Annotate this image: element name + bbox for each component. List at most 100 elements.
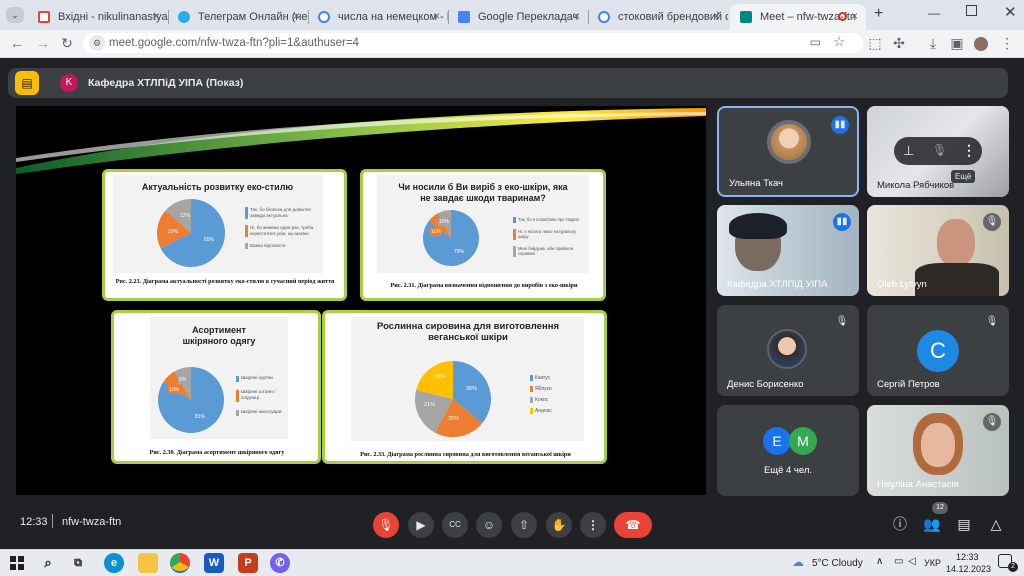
pin-icon[interactable]: ⊥ xyxy=(903,143,914,159)
mic-off-button[interactable]: 🎙 xyxy=(373,512,399,538)
chevron-up-icon[interactable]: ∧ xyxy=(876,556,883,567)
puzzle-icon[interactable]: ✣ xyxy=(890,35,908,52)
tab-meet[interactable]: Meet – nfw-twza-ftn × xyxy=(730,4,866,30)
camera-icon[interactable]: ▭ xyxy=(810,35,821,49)
sidepanel-icon[interactable]: ▣ xyxy=(948,35,966,52)
slice-label: 21% xyxy=(423,401,437,409)
tooltip: Ещё xyxy=(951,170,976,183)
tab-google-translate[interactable]: Google Перекладач × xyxy=(448,4,588,30)
pie-chart xyxy=(157,199,226,267)
participant-tile-oleh[interactable]: 🎙 Oleh Lytvyn xyxy=(867,205,1009,296)
tab-stock[interactable]: стоковий брендовий од × xyxy=(588,4,728,30)
slice-label: 28% xyxy=(433,373,447,381)
tab-google-search[interactable]: числа на немецком - По × xyxy=(308,4,448,30)
address-bar[interactable]: ⚙ meet.google.com/nfw-twza-ftn?pli=1&aut… xyxy=(83,33,863,53)
task-view-icon[interactable]: ⧉ xyxy=(68,553,88,573)
close-icon[interactable]: × xyxy=(713,9,720,23)
tab-telegram[interactable]: Телеграм Онлайн (неофі × xyxy=(168,4,308,30)
chrome-icon[interactable] xyxy=(170,553,190,573)
viber-icon[interactable]: ✆ xyxy=(270,553,290,573)
site-info-icon[interactable]: ⚙ xyxy=(89,35,105,51)
participant-name: Кафедра ХТЛПіД УІПА xyxy=(727,279,828,290)
gmail-icon xyxy=(38,11,50,23)
bookmark-star-icon[interactable]: ☆ xyxy=(833,34,845,50)
present-icon[interactable]: ▤ xyxy=(15,71,39,95)
close-window-button[interactable]: ✕ xyxy=(1004,3,1017,21)
download-icon[interactable]: ⤓ xyxy=(924,35,942,52)
mic-off-icon: 🎙 xyxy=(983,213,1001,231)
participant-tile-mykola[interactable]: ⊥ 🎙 ⋮ Ещё Микола Рябчиков xyxy=(867,106,1009,197)
windows-start-icon[interactable] xyxy=(10,556,24,570)
panel-caption: Рис. 2.31. Діаграма визначення відношенн… xyxy=(390,282,578,289)
meeting-code: nfw-twza-ftn xyxy=(62,516,122,528)
info-icon[interactable]: ⓘ xyxy=(890,514,910,534)
legend-item: Шкіряні куртки xyxy=(236,376,286,382)
clock-time[interactable]: 12:33 xyxy=(956,552,979,562)
tab-search-button[interactable]: ⌄ xyxy=(6,7,24,23)
close-icon[interactable]: × xyxy=(153,9,160,23)
language-indicator[interactable]: УКР xyxy=(924,558,941,568)
forward-icon[interactable]: → xyxy=(34,35,52,51)
close-icon[interactable]: × xyxy=(573,9,580,23)
legend: Так, бо безпека для довкілля завжди акту… xyxy=(245,207,317,249)
close-icon[interactable]: × xyxy=(433,9,440,23)
weather-text[interactable]: 5°C Cloudy xyxy=(812,558,863,569)
participant-tile-ulyana[interactable]: ▮▮ Ульяна Ткач xyxy=(717,106,859,197)
tab-title: Google Перекладач xyxy=(478,11,579,23)
participant-tile-more[interactable]: E M Ещё 4 чел. xyxy=(717,405,859,496)
new-tab-button[interactable]: + xyxy=(874,5,883,23)
edge-icon[interactable]: e xyxy=(104,553,124,573)
word-icon[interactable]: W xyxy=(204,553,224,573)
more-options-button[interactable]: ⋮ xyxy=(580,512,606,538)
person-head xyxy=(937,219,975,267)
tab-gmail[interactable]: Вхідні - nikulinanastya3@ × xyxy=(28,4,168,30)
legend-item: Шкіряні штани / спідниці xyxy=(236,390,286,402)
powerpoint-icon[interactable]: P xyxy=(238,553,258,573)
minimize-button[interactable]: — xyxy=(928,6,940,20)
maximize-button[interactable] xyxy=(966,5,977,16)
close-icon[interactable]: × xyxy=(851,9,858,23)
chat-icon[interactable]: ▤ xyxy=(954,514,974,534)
raise-hand-button[interactable]: ✋ xyxy=(546,512,572,538)
menu-icon[interactable]: ⋮ xyxy=(998,35,1016,52)
leave-call-button[interactable]: ☎ xyxy=(614,512,652,538)
participant-tile-serhii[interactable]: С 🎙 Сергій Петров xyxy=(867,305,1009,396)
translate-icon xyxy=(458,11,470,23)
close-icon[interactable]: × xyxy=(293,9,300,23)
activities-icon[interactable]: △ xyxy=(986,514,1006,534)
emoji-button[interactable]: ☺ xyxy=(476,512,502,538)
captions-button[interactable]: CC xyxy=(442,512,468,538)
participant-name: Нікуліна Анастасія xyxy=(877,479,959,490)
slice-label: 36% xyxy=(465,385,479,393)
participant-tile-nikulina[interactable]: 🎙 Нікуліна Анастасія xyxy=(867,405,1009,496)
network-icon[interactable]: ▭ xyxy=(894,556,903,567)
reload-icon[interactable]: ↻ xyxy=(58,35,76,52)
legend-item: Ні, бо живемо один раз, треба користатис… xyxy=(245,225,317,237)
legend: Шкіряні куртки Шкіряні штани / спідниці … xyxy=(236,376,286,416)
slice-label: 25% xyxy=(447,415,461,423)
clock-date[interactable]: 14.12.2023 xyxy=(946,564,991,574)
back-icon[interactable]: ← xyxy=(8,35,26,51)
legend-item: Ананас xyxy=(530,408,574,414)
slice-label: 79% xyxy=(453,248,466,256)
mic-off-icon[interactable]: 🎙 xyxy=(932,143,947,157)
weather-icon[interactable]: ☁ xyxy=(792,555,804,569)
search-icon[interactable]: ⌕ xyxy=(38,553,58,573)
participant-name: Сергій Петров xyxy=(877,379,940,390)
present-button[interactable]: ⇧ xyxy=(511,512,537,538)
speaking-indicator-icon: ▮▮ xyxy=(833,213,851,231)
participant-tile-denys[interactable]: 🎙 Денис Борисенко xyxy=(717,305,859,396)
more-options-icon[interactable]: ⋮ xyxy=(962,142,976,159)
slice-label: 12% xyxy=(179,212,192,220)
extensions-icon[interactable]: ⬚ xyxy=(866,35,884,52)
volume-icon[interactable]: ◁ xyxy=(908,556,916,567)
legend-item: Так, бо безпека для довкілля завжди акту… xyxy=(245,207,317,219)
participant-name: Ульяна Ткач xyxy=(729,178,783,189)
people-icon[interactable]: 👥 xyxy=(922,514,942,534)
profile-avatar[interactable] xyxy=(974,37,988,51)
participant-name: Денис Борисенко xyxy=(727,379,804,390)
camera-button[interactable]: ▶ xyxy=(408,512,434,538)
file-explorer-icon[interactable] xyxy=(138,553,158,573)
participant-tile-kafedra[interactable]: ▮▮ Кафедра ХТЛПіД УІПА xyxy=(717,205,859,296)
pie-chart xyxy=(158,366,225,433)
